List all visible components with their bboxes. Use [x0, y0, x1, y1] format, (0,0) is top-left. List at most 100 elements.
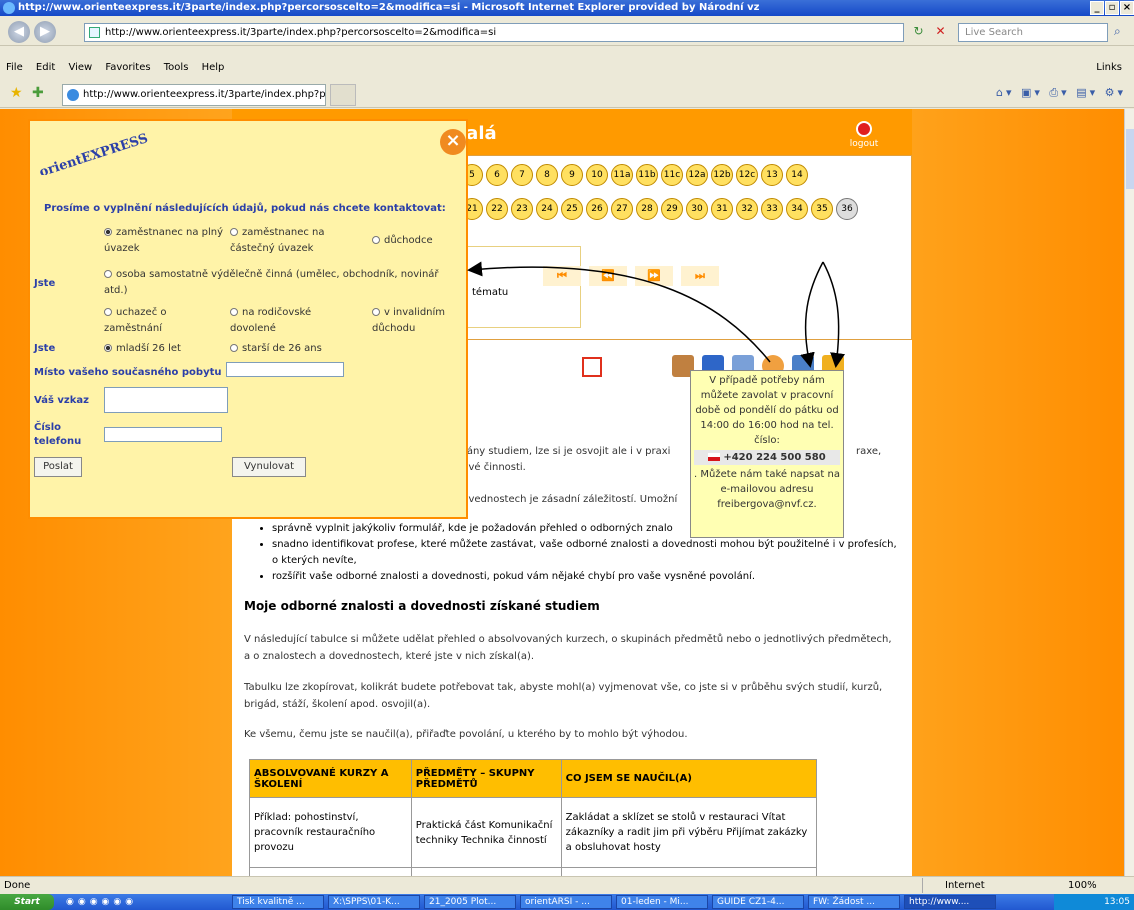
tab-current[interactable]: http://www.orienteexpress.it/3parte/inde…: [62, 84, 326, 106]
residence-input[interactable]: [226, 362, 344, 377]
lesson-button[interactable]: 26: [586, 198, 608, 220]
minimize-button[interactable]: _: [1090, 1, 1104, 15]
last-button[interactable]: ⏭: [681, 266, 719, 286]
lesson-button[interactable]: 36: [836, 198, 858, 220]
table-cell-input[interactable]: [249, 867, 412, 876]
window-title-bar[interactable]: http://www.orienteexpress.it/3parte/inde…: [0, 0, 1134, 16]
quick-launch-icons[interactable]: ◉◉◉◉◉◉: [66, 894, 137, 910]
address-bar[interactable]: http://www.orienteexpress.it/3parte/inde…: [84, 23, 904, 42]
lesson-button[interactable]: 13: [761, 164, 783, 186]
lesson-button[interactable]: 30: [686, 198, 708, 220]
add-favorites-icon[interactable]: ✚: [32, 85, 44, 101]
links-menu[interactable]: Links: [1096, 58, 1122, 78]
radio-part-time[interactable]: zaměstnanec na částečný úvazek: [230, 225, 350, 257]
phone-tooltip: V případě potřeby nám můžete zavolat v p…: [690, 370, 844, 538]
refresh-icon[interactable]: ↻: [910, 23, 927, 40]
send-button[interactable]: Poslat: [34, 457, 82, 477]
radio-retired[interactable]: důchodce: [372, 233, 462, 249]
start-button[interactable]: Start: [0, 894, 54, 910]
command-bar-icons[interactable]: ⌂▾ ▣▾ ⎙▾ ▤▾ ⚙▾: [996, 86, 1126, 100]
message-input[interactable]: [104, 387, 228, 413]
lesson-button[interactable]: 24: [536, 198, 558, 220]
lesson-button[interactable]: 23: [511, 198, 533, 220]
menu-edit[interactable]: Edit: [36, 62, 55, 73]
maximize-button[interactable]: ▫: [1105, 1, 1119, 15]
radio-full-time[interactable]: zaměstnanec na plný úvazek: [104, 225, 224, 257]
lesson-button[interactable]: 14: [786, 164, 808, 186]
taskbar-item-active[interactable]: http://www....: [904, 895, 996, 909]
lesson-button[interactable]: 29: [661, 198, 683, 220]
phone-input[interactable]: [104, 427, 222, 442]
radio-label: důchodce: [384, 235, 433, 246]
search-icon[interactable]: ⌕: [1114, 24, 1121, 39]
radio-under-26[interactable]: mladší 26 let: [104, 341, 181, 357]
new-tab-button[interactable]: [330, 84, 356, 106]
close-window-button[interactable]: ×: [1120, 1, 1134, 15]
taskbar-item[interactable]: FW: Žádost ...: [808, 895, 900, 909]
logout-button[interactable]: logout: [844, 121, 884, 149]
favorites-star-icon[interactable]: ★: [10, 85, 23, 101]
lesson-button[interactable]: 12c: [736, 164, 758, 186]
lesson-button[interactable]: 32: [736, 198, 758, 220]
radio-icon: [104, 308, 112, 316]
search-input[interactable]: Live Search: [958, 23, 1108, 42]
table-cell-input[interactable]: [410, 867, 562, 876]
lesson-button[interactable]: 12a: [686, 164, 708, 186]
lesson-button[interactable]: 12b: [711, 164, 733, 186]
reset-button[interactable]: Vynulovat: [232, 457, 306, 477]
taskbar-item[interactable]: GUIDE CZ1-4...: [712, 895, 804, 909]
lesson-button[interactable]: 7: [511, 164, 533, 186]
vertical-scrollbar[interactable]: [1124, 109, 1134, 876]
taskbar-item[interactable]: 01-leden - Mi...: [616, 895, 708, 909]
lesson-button[interactable]: 27: [611, 198, 633, 220]
contact-popup: orientEXPRESS × Prosíme o vyplnění násle…: [28, 119, 468, 519]
lesson-button[interactable]: 6: [486, 164, 508, 186]
lesson-button[interactable]: 11a: [611, 164, 633, 186]
scroll-thumb[interactable]: [1126, 129, 1134, 189]
prev-button[interactable]: ⏪: [589, 266, 627, 286]
logout-label: logout: [849, 139, 879, 149]
table-cell-input[interactable]: [560, 867, 818, 876]
radio-icon: [230, 344, 238, 352]
menu-favorites[interactable]: Favorites: [105, 62, 150, 73]
back-button[interactable]: ◀: [8, 21, 30, 43]
close-popup-button[interactable]: ×: [440, 129, 466, 155]
zone-label: Internet: [945, 880, 985, 891]
radio-parental-leave[interactable]: na rodičovské dovolené: [230, 305, 340, 337]
menu-help[interactable]: Help: [202, 62, 225, 73]
lesson-button[interactable]: 31: [711, 198, 733, 220]
forward-button[interactable]: ▶: [34, 21, 56, 43]
taskbar-item[interactable]: X:\SPPS\01-K...: [328, 895, 420, 909]
radio-label: uchazeč o zaměstnání: [104, 307, 167, 334]
lesson-button[interactable]: 33: [761, 198, 783, 220]
lesson-button[interactable]: 8: [536, 164, 558, 186]
first-button[interactable]: ⏮: [543, 266, 581, 286]
zoom-level[interactable]: 100%: [1068, 878, 1097, 893]
address-url: http://www.orienteexpress.it/3parte/inde…: [105, 27, 497, 38]
stop-icon[interactable]: ✕: [932, 23, 949, 40]
radio-over-26[interactable]: starší de 26 ans: [230, 341, 322, 357]
lesson-button[interactable]: 28: [636, 198, 658, 220]
taskbar-item[interactable]: orientARSI - ...: [520, 895, 612, 909]
menu-file[interactable]: File: [6, 62, 23, 73]
lesson-button[interactable]: 11b: [636, 164, 658, 186]
lesson-button[interactable]: 9: [561, 164, 583, 186]
lesson-button[interactable]: 10: [586, 164, 608, 186]
taskbar-item[interactable]: 21_2005 Plot...: [424, 895, 516, 909]
radio-disability[interactable]: v invalidním důchodu: [372, 305, 462, 337]
lesson-button[interactable]: 34: [786, 198, 808, 220]
lesson-button[interactable]: 11c: [661, 164, 683, 186]
lesson-button[interactable]: 35: [811, 198, 833, 220]
next-button[interactable]: ⏩: [635, 266, 673, 286]
paragraph: V následující tabulce si můžete udělat p…: [244, 634, 892, 662]
radio-unemployed[interactable]: uchazeč o zaměstnání: [104, 305, 204, 337]
menu-view[interactable]: View: [68, 62, 92, 73]
menu-tools[interactable]: Tools: [164, 62, 189, 73]
save-icon[interactable]: [582, 357, 602, 377]
lesson-button[interactable]: 25: [561, 198, 583, 220]
radio-self-employed[interactable]: osoba samostatně výdělečně činná (umělec…: [104, 267, 460, 299]
taskbar-item[interactable]: Tisk kvalitně ...: [232, 895, 324, 909]
phone-number[interactable]: +420 224 500 580: [694, 450, 840, 465]
media-controls: ⏮ ⏪ ⏩ ⏭: [543, 266, 719, 286]
lesson-button[interactable]: 22: [486, 198, 508, 220]
